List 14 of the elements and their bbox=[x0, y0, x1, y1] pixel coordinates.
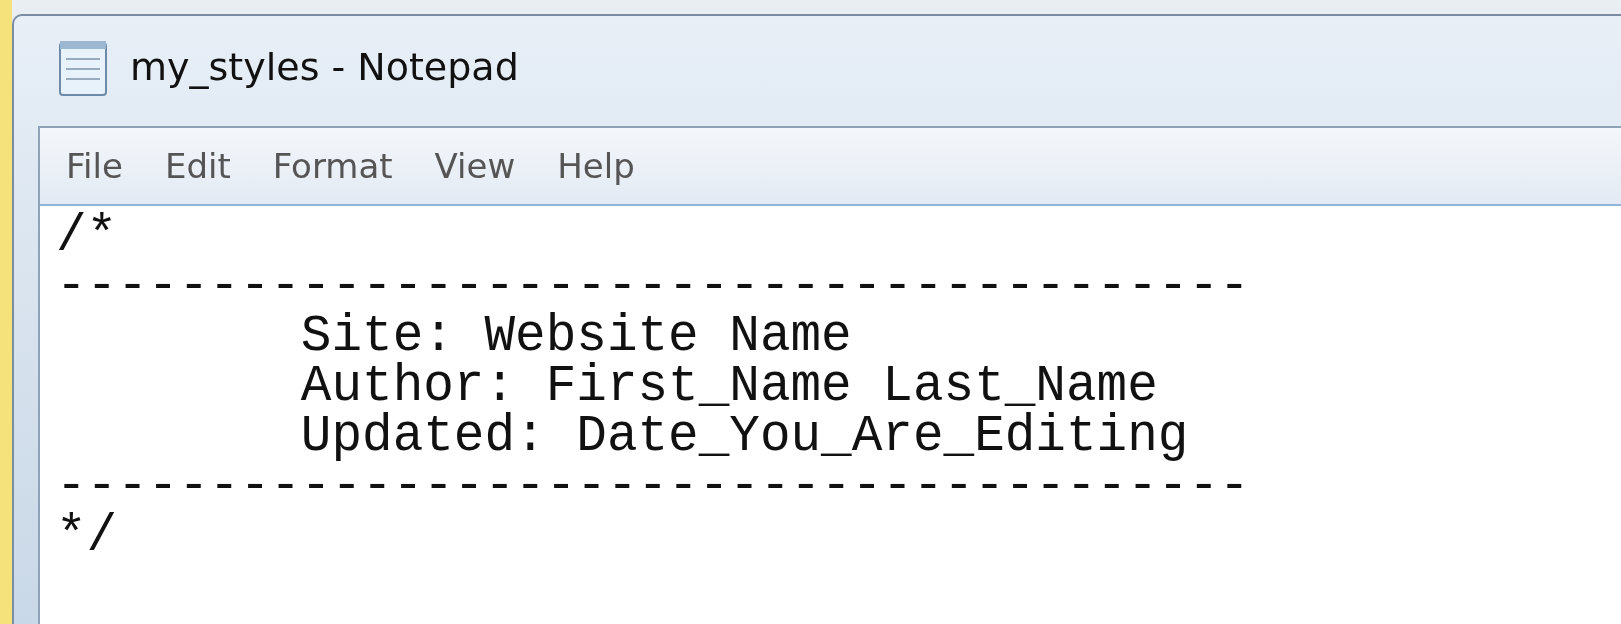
menu-item[interactable]: Help bbox=[557, 146, 635, 186]
code-line: --------------------------------------- bbox=[56, 462, 1251, 512]
code-line: Author: First_Name Last_Name bbox=[299, 362, 1158, 412]
code-line: --------------------------------------- bbox=[56, 262, 1251, 312]
code-line: */ bbox=[56, 512, 119, 562]
code-line: Updated: Date_You_Are_Editing bbox=[299, 412, 1190, 462]
menu-item[interactable]: View bbox=[434, 146, 516, 186]
window-title: my_styles - Notepad bbox=[130, 45, 519, 89]
menu-item[interactable]: Format bbox=[272, 146, 393, 186]
menu-item[interactable]: File bbox=[66, 146, 123, 186]
code-line: /* bbox=[56, 212, 119, 262]
text-editor[interactable]: /* --------------------------------------- Site: Website Name Author: First_Name Last_Name Updated: Date_You_Are_Editing --------------------------------------- */ bbox=[40, 206, 1621, 624]
code-line: Site: Website Name bbox=[299, 312, 853, 362]
menu-item[interactable]: Edit bbox=[164, 146, 231, 186]
